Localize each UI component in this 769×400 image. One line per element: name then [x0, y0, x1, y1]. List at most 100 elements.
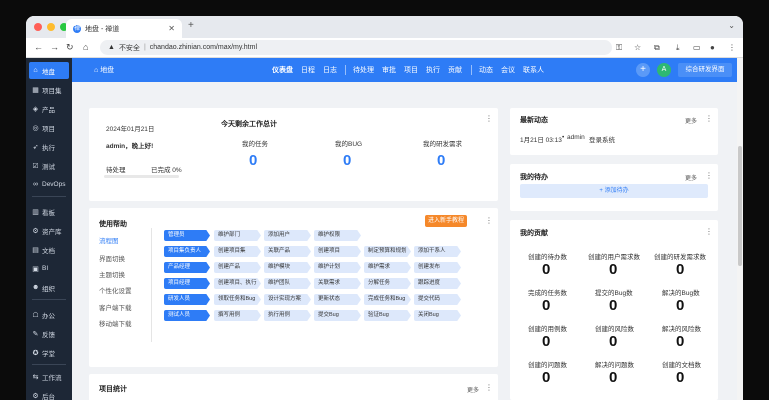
flow-step[interactable]: 关联需求: [314, 278, 361, 289]
help-nav-ui-switch[interactable]: 界面切换: [99, 253, 125, 263]
flow-step[interactable]: 维护需求: [364, 262, 411, 273]
tab-contribution[interactable]: 贡献: [448, 65, 462, 75]
help-nav-theme-switch[interactable]: 主题切换: [99, 269, 125, 279]
contrib-value[interactable]: 0: [676, 297, 684, 314]
sidebar-item-office[interactable]: ☖ 办公: [26, 306, 72, 323]
tab-log[interactable]: 日志: [323, 65, 337, 75]
my-bugs-label[interactable]: 我的BUG: [335, 138, 362, 148]
flow-step[interactable]: 分解任务: [364, 278, 411, 289]
contrib-value[interactable]: 0: [542, 261, 550, 278]
browser-tab[interactable]: 禅 地盘 - 禅道 ✕: [66, 19, 182, 38]
minimize-window-button[interactable]: [47, 23, 55, 31]
contrib-value[interactable]: 0: [676, 261, 684, 278]
more-options-icon[interactable]: ⋮: [485, 114, 493, 123]
sidebar-panel-icon[interactable]: ▭: [693, 43, 701, 52]
contrib-value[interactable]: 0: [542, 369, 550, 386]
sidebar-item-kanban[interactable]: ▥ 看板: [26, 203, 72, 220]
contrib-value[interactable]: 0: [542, 297, 550, 314]
flow-step[interactable]: 跟踪进度: [414, 278, 461, 289]
flow-step[interactable]: 添加用户: [264, 230, 311, 241]
flow-step[interactable]: 维护模块: [264, 262, 311, 273]
flow-step[interactable]: 创建发布: [414, 262, 461, 273]
flow-step[interactable]: 关闭Bug: [414, 310, 461, 321]
contrib-value[interactable]: 0: [609, 369, 617, 386]
sidebar-item-test[interactable]: ☑ 测试: [26, 157, 72, 174]
my-tasks-count[interactable]: 0: [249, 152, 257, 169]
more-options-icon[interactable]: ⋮: [485, 383, 493, 392]
scrollbar-thumb[interactable]: [738, 146, 742, 266]
extensions-icon[interactable]: ⧉: [654, 43, 660, 53]
flow-step[interactable]: 添加干系人: [414, 246, 461, 257]
breadcrumb-home[interactable]: ⌂ 地盘: [94, 65, 114, 75]
close-window-button[interactable]: [34, 23, 42, 31]
page-scrollbar[interactable]: [737, 58, 743, 400]
new-tab-icon[interactable]: +: [188, 20, 194, 31]
sidebar-item-bi[interactable]: ▣ BI: [26, 260, 72, 277]
flow-step[interactable]: 提交Bug: [314, 310, 361, 321]
sidebar-item-academy[interactable]: ✪ 学堂: [26, 344, 72, 361]
my-todo-more-link[interactable]: 更多: [685, 173, 697, 182]
more-options-icon[interactable]: ⋮: [705, 227, 713, 236]
my-stories-label[interactable]: 我的研发需求: [423, 138, 462, 148]
bookmark-star-icon[interactable]: ☆: [634, 43, 641, 52]
tab-dashboard[interactable]: 仪表盘: [272, 65, 293, 75]
download-icon[interactable]: ⤓: [676, 43, 680, 53]
contrib-value[interactable]: 0: [609, 297, 617, 314]
contrib-value[interactable]: 0: [542, 333, 550, 350]
flow-step[interactable]: 撰写用例: [214, 310, 261, 321]
flow-step[interactable]: 提交代码: [414, 294, 461, 305]
flow-step[interactable]: 创建项目、执行: [214, 278, 261, 289]
flow-step[interactable]: 更新状态: [314, 294, 361, 305]
tab-contacts[interactable]: 联系人: [523, 65, 544, 75]
flow-step[interactable]: 验证Bug: [364, 310, 411, 321]
flow-step[interactable]: 执行用例: [264, 310, 311, 321]
flow-step[interactable]: 维护部门: [214, 230, 261, 241]
tab-project[interactable]: 项目: [404, 65, 418, 75]
url-field[interactable]: ▲ 不安全 | chandao.zhinian.com/max/my.html: [100, 40, 612, 55]
my-bugs-count[interactable]: 0: [343, 152, 351, 169]
flow-step[interactable]: 完成任务和Bug: [364, 294, 411, 305]
flow-step[interactable]: 创建项目集: [214, 246, 261, 257]
help-nav-mobile-download[interactable]: 移动端下载: [99, 318, 132, 328]
flow-step[interactable]: 领取任务和Bug: [214, 294, 261, 305]
add-todo-button[interactable]: + 添加待办: [520, 184, 708, 198]
forward-arrow-icon[interactable]: →: [50, 42, 59, 52]
sidebar-item-devops[interactable]: ∞ DevOps: [26, 176, 72, 193]
contrib-value[interactable]: 0: [609, 333, 617, 350]
tab-list-chevron-icon[interactable]: ⌄: [728, 21, 735, 30]
help-nav-client-download[interactable]: 客户端下载: [99, 302, 132, 312]
create-plus-button[interactable]: +: [636, 63, 650, 77]
flow-step[interactable]: 创建项目: [314, 246, 361, 257]
tab-activity[interactable]: 动态: [479, 65, 493, 75]
reload-icon[interactable]: ↻: [66, 42, 74, 53]
sidebar-item-project[interactable]: ◎ 项目: [26, 119, 72, 136]
close-tab-icon[interactable]: ✕: [168, 24, 175, 33]
user-avatar[interactable]: A: [657, 63, 671, 77]
tab-todo[interactable]: 待处理: [353, 65, 374, 75]
tab-execution[interactable]: 执行: [426, 65, 440, 75]
tab-meeting[interactable]: 会议: [501, 65, 515, 75]
contrib-value[interactable]: 0: [676, 333, 684, 350]
profile-avatar-icon[interactable]: ●: [710, 43, 715, 52]
flow-step[interactable]: 维护权限: [314, 230, 361, 241]
sidebar-item-doc[interactable]: ▤ 文档: [26, 241, 72, 258]
help-nav-flowchart[interactable]: 流程图: [99, 235, 119, 245]
sidebar-item-org[interactable]: ☻ 组织: [26, 279, 72, 296]
more-options-icon[interactable]: ⋮: [485, 216, 493, 225]
sidebar-item-home[interactable]: ⌂ 地盘: [29, 62, 69, 79]
home-icon[interactable]: ⌂: [83, 42, 88, 52]
sidebar-item-product[interactable]: ◈ 产品: [26, 100, 72, 117]
latest-activity-more-link[interactable]: 更多: [685, 116, 697, 125]
help-nav-personalize[interactable]: 个性化设置: [99, 285, 132, 295]
flow-step[interactable]: 关联产品: [264, 246, 311, 257]
my-stories-count[interactable]: 0: [437, 152, 445, 169]
more-options-icon[interactable]: ⋮: [705, 114, 713, 123]
contrib-value[interactable]: 0: [609, 261, 617, 278]
sidebar-item-program[interactable]: ▦ 项目集: [26, 81, 72, 98]
sidebar-item-admin[interactable]: ⚙ 后台: [26, 387, 72, 400]
flow-step[interactable]: 维护计划: [314, 262, 361, 273]
password-key-icon[interactable]: ⚿: [616, 43, 622, 53]
sidebar-item-assets[interactable]: ⚙ 资产库: [26, 222, 72, 239]
sidebar-item-workflow[interactable]: ⇆ 工作流: [26, 368, 72, 385]
tab-approval[interactable]: 审批: [382, 65, 396, 75]
